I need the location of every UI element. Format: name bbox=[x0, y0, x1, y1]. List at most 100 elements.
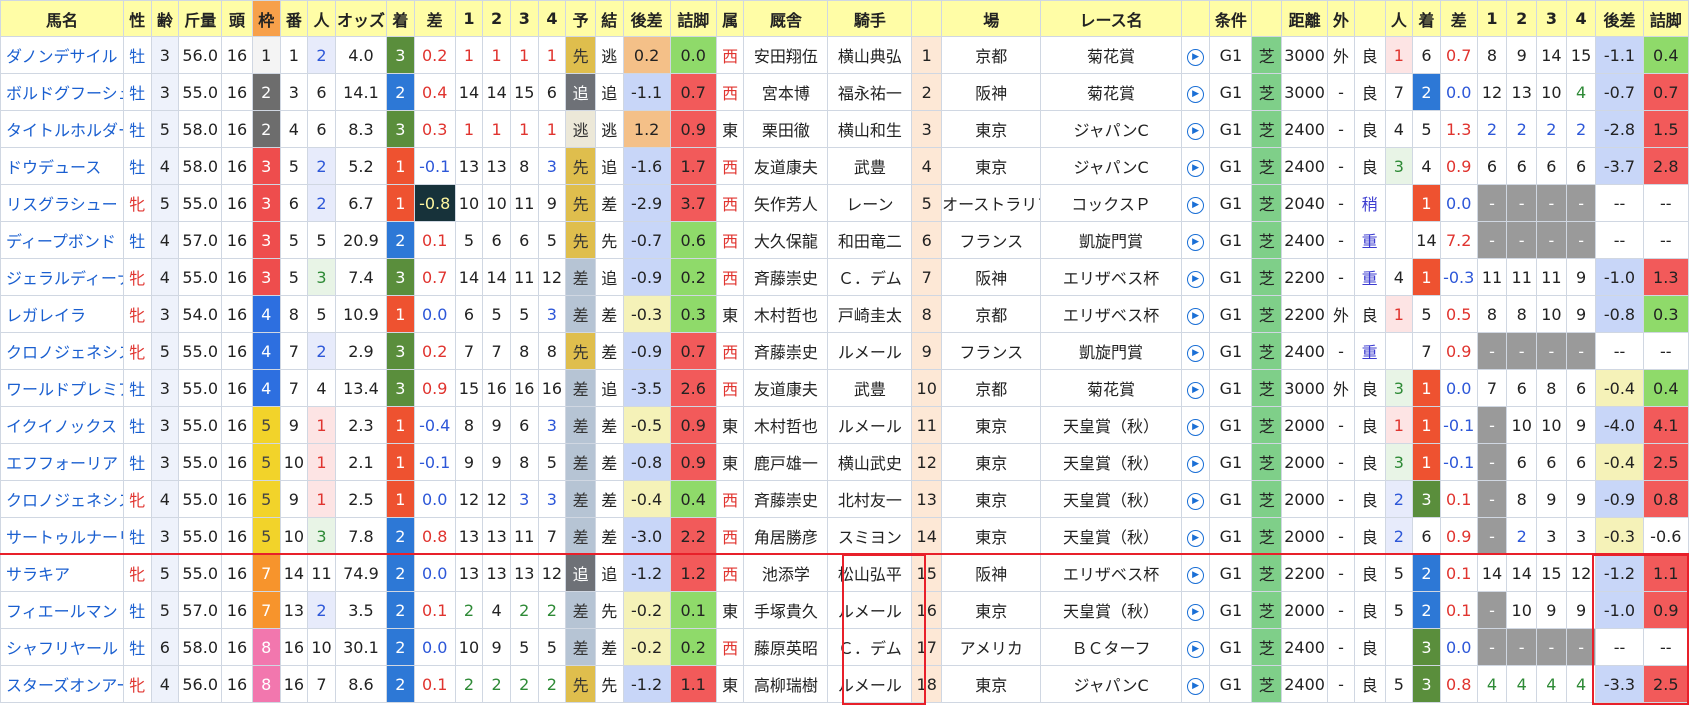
race-link-cell[interactable]: ▶ bbox=[1180, 184, 1211, 222]
horse-name-link[interactable]: ディープボンド bbox=[0, 221, 124, 259]
header-going[interactable] bbox=[1353, 0, 1386, 37]
header-org[interactable]: 属 bbox=[715, 0, 745, 37]
play-circle-icon[interactable]: ▶ bbox=[1187, 419, 1205, 436]
race-link-cell[interactable]: ▶ bbox=[1180, 591, 1211, 629]
play-circle-icon[interactable]: ▶ bbox=[1187, 493, 1205, 510]
table-row[interactable]: ダノンデサイル牡 3 56.0 16 1 1 2 4.0 3 0.2 1 1 1 1 先逃 0.2 0.0 西安田… bbox=[0, 36, 1689, 74]
race-link-cell[interactable]: ▶ bbox=[1180, 110, 1211, 148]
play-circle-icon[interactable]: ▶ bbox=[1187, 49, 1205, 66]
horse-name-link[interactable]: レガレイラ bbox=[0, 295, 124, 333]
race-link-cell[interactable]: ▶ bbox=[1180, 258, 1211, 296]
play-circle-icon[interactable]: ▶ bbox=[1187, 123, 1205, 140]
horse-name-link[interactable]: ワールドプレミア bbox=[0, 369, 124, 407]
table-row[interactable]: ワールドプレミア牡 3 55.0 16 4 7 4 13.4 3 0.9 15 16 16 16 差追 -3.… bbox=[0, 369, 1689, 407]
play-circle-icon[interactable]: ▶ bbox=[1187, 197, 1205, 214]
play-circle-icon[interactable]: ▶ bbox=[1187, 308, 1205, 325]
horse-name-link[interactable]: シャフリヤール bbox=[0, 628, 124, 666]
header-ppop[interactable]: 人 bbox=[1384, 0, 1414, 37]
header-race[interactable]: レース名 bbox=[1040, 0, 1182, 37]
play-circle-icon[interactable]: ▶ bbox=[1187, 567, 1205, 584]
horse-name-link[interactable]: ジェラルディーナ bbox=[0, 258, 124, 296]
play-circle-icon[interactable]: ▶ bbox=[1187, 271, 1205, 288]
header-pc1[interactable]: 1 bbox=[1476, 0, 1508, 37]
horse-name-link[interactable]: サラキア bbox=[0, 554, 124, 592]
header-pts[interactable]: 詰脚 bbox=[1642, 0, 1689, 37]
play-circle-icon[interactable]: ▶ bbox=[1187, 456, 1205, 473]
table-row[interactable]: レガレイラ牝 3 54.0 16 4 8 5 10.9 1 0.0 6 5 5 3 差差 -0.3 0.3 東木村… bbox=[0, 295, 1689, 333]
play-circle-icon[interactable]: ▶ bbox=[1187, 678, 1205, 695]
header-age[interactable]: 齢 bbox=[150, 0, 180, 37]
play-circle-icon[interactable]: ▶ bbox=[1187, 604, 1205, 621]
race-link-cell[interactable]: ▶ bbox=[1180, 332, 1211, 370]
header-sex[interactable]: 性 bbox=[122, 0, 152, 37]
header-idx[interactable] bbox=[911, 0, 943, 37]
table-row[interactable]: リスグラシュー牝 5 55.0 16 3 6 2 6.7 1 -0.8 10 10 11 9 先差 -2.9 3… bbox=[0, 184, 1689, 222]
header-cond[interactable]: 条件 bbox=[1209, 0, 1253, 37]
header-pfin[interactable]: 着 bbox=[1412, 0, 1441, 37]
table-row[interactable]: シャフリヤール牡 6 58.0 16 8 16 10 30.1 2 0.0 10 9 5 5 差差 -0.2 0… bbox=[0, 628, 1689, 666]
play-circle-icon[interactable]: ▶ bbox=[1187, 641, 1205, 658]
table-row[interactable]: ディープボンド牡 4 57.0 16 3 5 5 20.9 2 0.1 5 6 6 5 先先 -0.7 0.6 西… bbox=[0, 221, 1689, 259]
header-venue[interactable]: 場 bbox=[941, 0, 1042, 37]
horse-name-link[interactable]: タイトルホルダー bbox=[0, 110, 124, 148]
horse-name-link[interactable]: クロノジェネシス bbox=[0, 332, 124, 370]
horse-name-link[interactable]: ドウデュース bbox=[0, 147, 124, 185]
race-link-cell[interactable]: ▶ bbox=[1180, 665, 1211, 703]
table-row[interactable]: イクイノックス牡 3 55.0 16 5 9 1 2.3 1 -0.4 8 9 6 3 差差 -0.5 0.9 東… bbox=[0, 406, 1689, 444]
header-pc4[interactable]: 4 bbox=[1565, 0, 1597, 37]
header-surf[interactable] bbox=[1251, 0, 1283, 37]
table-row[interactable]: ドウデュース牡 4 58.0 16 3 5 2 5.2 1 -0.1 13 13 8 3 先追 -1.6 1.7… bbox=[0, 147, 1689, 185]
header-pgap[interactable]: 後差 bbox=[1595, 0, 1644, 37]
table-row[interactable]: サートゥルナーリア牡355.01651037.820.81313117差差-3.… bbox=[0, 517, 1689, 555]
header-c4[interactable]: 4 bbox=[537, 0, 567, 37]
header-jockey[interactable]: 騎手 bbox=[827, 0, 913, 37]
race-link-cell[interactable]: ▶ bbox=[1180, 443, 1211, 481]
race-link-cell[interactable]: ▶ bbox=[1180, 73, 1211, 111]
race-link-cell[interactable]: ▶ bbox=[1180, 147, 1211, 185]
header-field[interactable]: 頭 bbox=[221, 0, 253, 37]
header-pdiff[interactable]: 差 bbox=[1439, 0, 1478, 37]
header-ts[interactable]: 詰脚 bbox=[669, 0, 717, 37]
race-link-cell[interactable]: ▶ bbox=[1180, 517, 1211, 555]
horse-name-link[interactable]: スターズオンアース bbox=[0, 665, 124, 703]
race-link-cell[interactable]: ▶ bbox=[1180, 406, 1211, 444]
header-pc3[interactable]: 3 bbox=[1536, 0, 1567, 37]
horse-name-link[interactable]: クロノジェネシス bbox=[0, 480, 124, 518]
table-row[interactable]: クロノジェネシス牝 4 55.0 16 5 9 1 2.5 1 0.0 12 12 3 3 差差 -0.4 0.… bbox=[0, 480, 1689, 518]
header-weight[interactable]: 斤量 bbox=[178, 0, 223, 37]
horse-name-link[interactable]: エフフォーリア bbox=[0, 443, 124, 481]
play-circle-icon[interactable]: ▶ bbox=[1187, 234, 1205, 251]
header-name[interactable]: 馬名 bbox=[0, 0, 124, 37]
header-gap[interactable]: 後差 bbox=[622, 0, 671, 37]
race-link-cell[interactable]: ▶ bbox=[1180, 480, 1211, 518]
horse-name-link[interactable]: フィエールマン bbox=[0, 591, 124, 629]
horse-name-link[interactable]: サートゥルナーリア bbox=[0, 517, 124, 555]
race-link-cell[interactable]: ▶ bbox=[1180, 36, 1211, 74]
header-odds[interactable]: オッズ bbox=[334, 0, 388, 37]
horse-name-link[interactable]: リスグラシュー bbox=[0, 184, 124, 222]
header-pred[interactable]: 予 bbox=[565, 0, 596, 37]
header-diff[interactable]: 差 bbox=[413, 0, 456, 37]
header-out[interactable]: 外 bbox=[1327, 0, 1355, 37]
table-row[interactable]: スターズオンアース牝456.01681678.620.12222先先-1.21.… bbox=[0, 665, 1689, 703]
table-row[interactable]: サラキア牝 5 55.0 16 7 14 11 74.9 2 0.0 13 13 13 12 追追 -1.2 1… bbox=[0, 554, 1689, 592]
race-link-cell[interactable]: ▶ bbox=[1180, 628, 1211, 666]
table-row[interactable]: フィエールマン牡 5 57.0 16 7 13 2 3.5 2 0.1 2 4 2 2 差先 -0.2 0.1 東… bbox=[0, 591, 1689, 629]
race-link-cell[interactable]: ▶ bbox=[1180, 369, 1211, 407]
header-c3[interactable]: 3 bbox=[509, 0, 539, 37]
race-link-cell[interactable]: ▶ bbox=[1180, 221, 1211, 259]
header-result[interactable]: 結 bbox=[594, 0, 624, 37]
race-link-cell[interactable]: ▶ bbox=[1180, 554, 1211, 592]
play-circle-icon[interactable]: ▶ bbox=[1187, 382, 1205, 399]
table-row[interactable]: タイトルホルダー牡 5 58.0 16 2 4 6 8.3 3 0.3 1 1 1 1 逃逃 1.2 0.9 東栗… bbox=[0, 110, 1689, 148]
table-row[interactable]: エフフォーリア牡 3 55.0 16 5 10 1 2.1 1 -0.1 9 9 8 5 差差 -0.8 0.9… bbox=[0, 443, 1689, 481]
header-pc2[interactable]: 2 bbox=[1506, 0, 1538, 37]
play-circle-icon[interactable]: ▶ bbox=[1187, 530, 1205, 547]
header-c2[interactable]: 2 bbox=[482, 0, 511, 37]
play-circle-icon[interactable]: ▶ bbox=[1187, 160, 1205, 177]
header-num[interactable]: 番 bbox=[279, 0, 309, 37]
header-dist[interactable]: 距離 bbox=[1281, 0, 1329, 37]
header-c1[interactable]: 1 bbox=[454, 0, 484, 37]
race-link-cell[interactable]: ▶ bbox=[1180, 295, 1211, 333]
horse-name-link[interactable]: イクイノックス bbox=[0, 406, 124, 444]
